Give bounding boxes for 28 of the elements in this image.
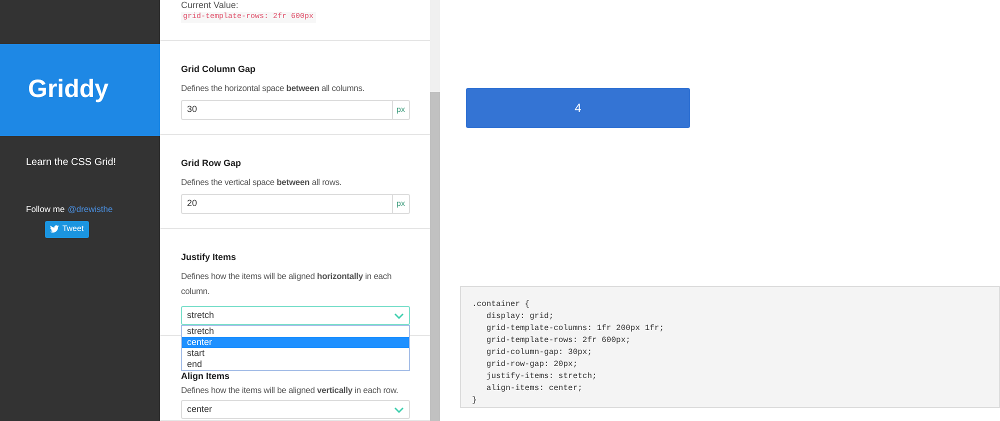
scrollbar-thumb[interactable] <box>430 92 440 421</box>
control-title: Justify Items <box>181 251 238 264</box>
control-title: Align Items <box>181 370 231 382</box>
unit-label: px <box>392 100 410 120</box>
number-input-field[interactable]: 30 <box>181 100 393 120</box>
code-block: .container { display: grid; grid-template-columns: 1fr 200px 1fr; grid-template-rows: 2fr 600px; grid-column-gap: 30px; grid-row-gap: 20px; justify-items: stretch; align-items: center; } <box>460 286 1000 408</box>
control-description: Defines how the items will be aligned vertically in each row. <box>181 384 400 398</box>
grid-item: 4 <box>466 88 690 128</box>
follow-label: Follow me <box>26 203 65 216</box>
select-dropdown[interactable]: center <box>181 400 410 420</box>
chevron-down-icon <box>394 312 404 319</box>
number-input-field[interactable]: 20 <box>181 194 393 214</box>
control-title: Grid Column Gap <box>181 62 257 75</box>
unit-label: px <box>392 194 410 214</box>
dropdown-option[interactable]: end <box>182 359 409 370</box>
control-description: Defines how the items will be aligned horizontally in each column. <box>181 270 393 298</box>
control-description: Defines the vertical space between all rows. <box>181 176 343 189</box>
twitter-handle-link[interactable]: @drewisthe <box>68 203 113 216</box>
dropdown-option[interactable]: stretch <box>182 326 409 338</box>
logo-text: Griddy <box>28 74 109 106</box>
dropdown-option[interactable]: start <box>182 348 409 360</box>
select-dropdown[interactable]: stretch <box>181 306 410 326</box>
bird-icon <box>50 225 60 234</box>
tagline: Learn the CSS Grid! <box>26 156 118 170</box>
control-title: Grid Row Gap <box>181 156 242 169</box>
current-value-label: Current Value: <box>181 0 240 10</box>
control-description: Defines the horizontal space between all columns. <box>181 82 366 95</box>
chevron-down-icon <box>394 406 404 413</box>
